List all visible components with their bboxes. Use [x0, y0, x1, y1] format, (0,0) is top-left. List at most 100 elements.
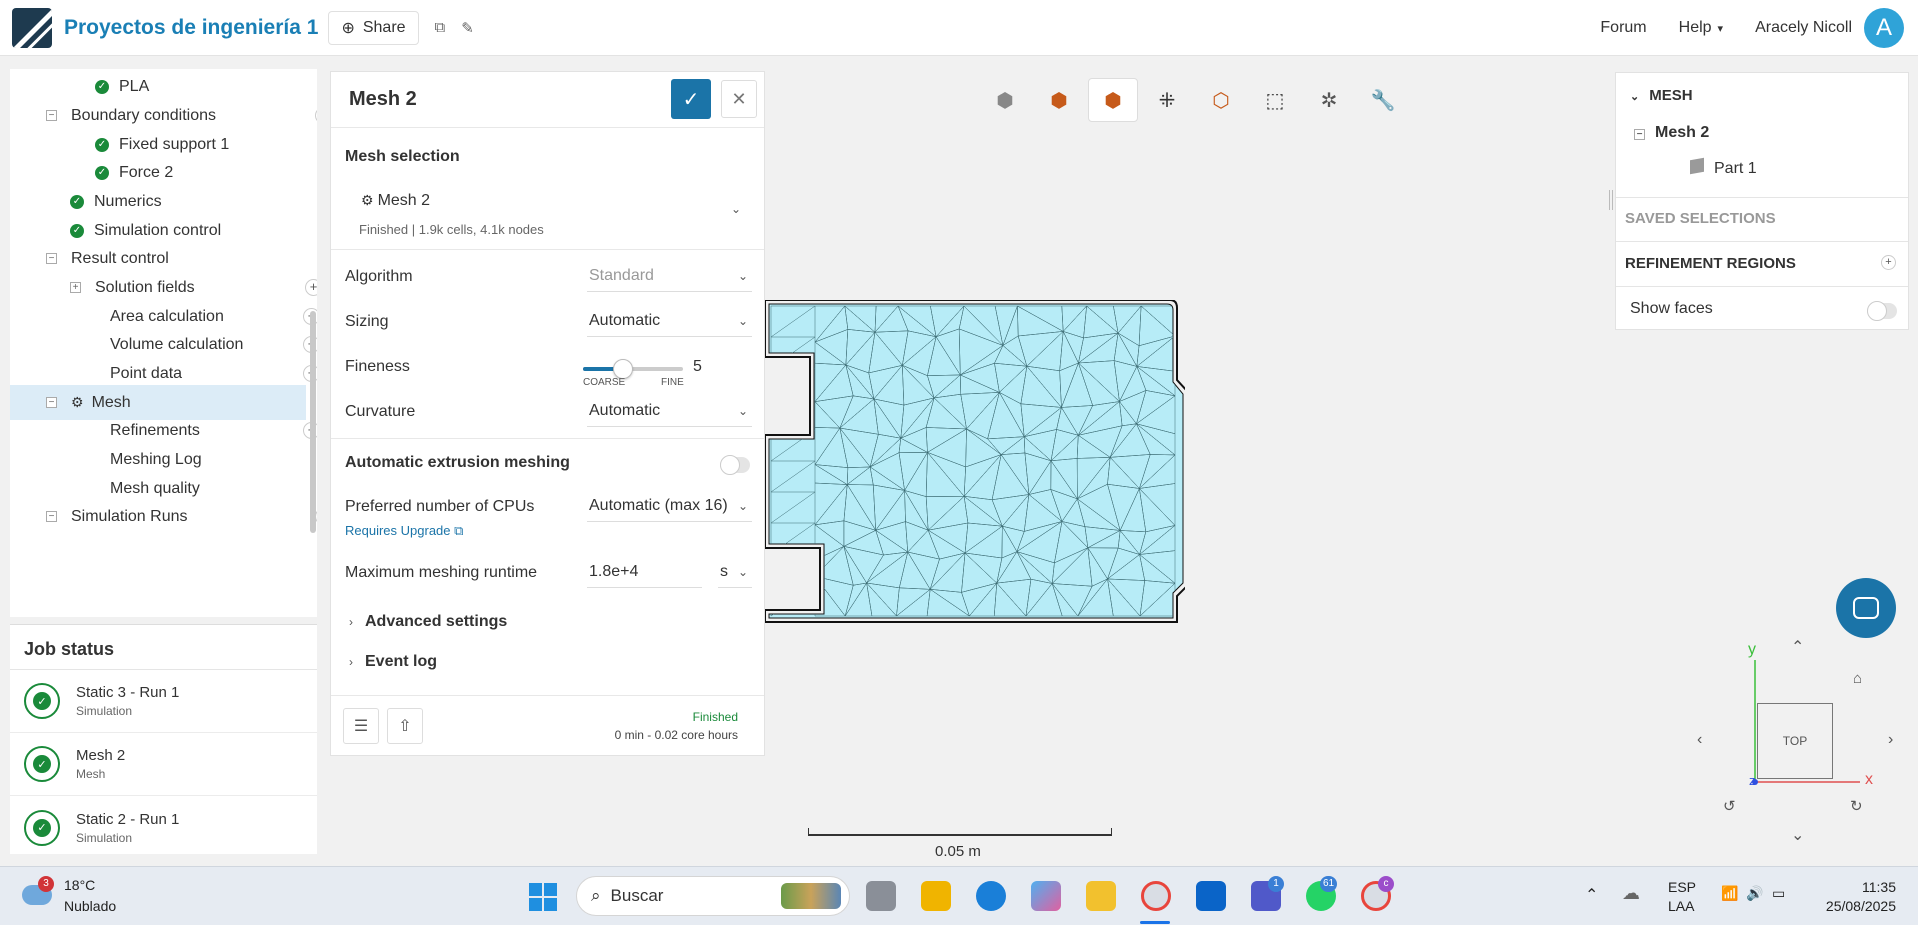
- cube-wireframe-icon: ⬡: [1212, 89, 1230, 112]
- add-refinement-icon[interactable]: +: [1881, 255, 1896, 270]
- volume-icon[interactable]: 🔊: [1746, 885, 1763, 902]
- extrusion-toggle[interactable]: [720, 455, 750, 475]
- upload-button[interactable]: ⇧: [387, 708, 423, 744]
- sizing-select[interactable]: Automatic ⌄: [587, 305, 752, 337]
- view-wireframe-button[interactable]: ⬡: [1196, 78, 1246, 122]
- divider: [331, 249, 764, 250]
- list-button[interactable]: ☰: [343, 708, 379, 744]
- clock[interactable]: 11:35 25/08/2025: [1826, 879, 1896, 914]
- event-log-toggle[interactable]: › Event log: [349, 653, 437, 671]
- rotate-right-icon[interactable]: ↻: [1850, 797, 1863, 815]
- tray-overflow-icon[interactable]: ⌃: [1585, 885, 1598, 905]
- user-name[interactable]: Aracely Nicoll: [1755, 19, 1852, 37]
- box-select-button[interactable]: ⬚: [1250, 78, 1300, 122]
- scrollbar-thumb[interactable]: [310, 311, 316, 533]
- advanced-settings-toggle[interactable]: › Advanced settings: [349, 613, 507, 631]
- collapse-icon[interactable]: −: [1634, 129, 1645, 140]
- refinement-regions-header[interactable]: REFINEMENT REGIONS: [1625, 255, 1917, 272]
- wifi-icon[interactable]: 📶: [1721, 885, 1738, 902]
- copy-icon[interactable]: ⧉: [435, 19, 446, 36]
- cube-edges-icon: ⬢: [1104, 89, 1122, 112]
- nav-up-icon[interactable]: ⌃: [1791, 637, 1804, 657]
- mesh-item[interactable]: − Mesh 2: [1634, 124, 1918, 142]
- runtime-input[interactable]: 1.8e+4: [587, 556, 702, 588]
- rotate-left-icon[interactable]: ↺: [1723, 797, 1736, 815]
- edge-icon[interactable]: [976, 881, 1006, 911]
- outlook-icon[interactable]: [1196, 881, 1226, 911]
- panel-resize-handle[interactable]: [1609, 190, 1613, 210]
- job-item[interactable]: ✓ Mesh 2 Mesh: [10, 733, 317, 796]
- start-button[interactable]: [529, 883, 557, 911]
- view-points-button[interactable]: ⁜: [1142, 78, 1192, 122]
- language-indicator[interactable]: ESP LAA: [1668, 879, 1696, 914]
- collapse-icon[interactable]: −: [46, 110, 57, 121]
- close-button[interactable]: ✕: [721, 80, 757, 118]
- job-item[interactable]: ✓ Static 3 - Run 1 Simulation: [10, 670, 317, 733]
- battery-icon[interactable]: ▭: [1772, 885, 1785, 902]
- nav-cube[interactable]: TOP: [1757, 703, 1833, 779]
- chat-button[interactable]: [1836, 578, 1896, 638]
- collapse-icon[interactable]: −: [46, 511, 57, 522]
- slider-handle[interactable]: [613, 359, 633, 379]
- mesh-triangle: [770, 584, 816, 617]
- toggle-knob: [1867, 301, 1887, 321]
- fineness-slider[interactable]: [583, 359, 683, 379]
- share-button[interactable]: ⊕ Share: [328, 10, 419, 45]
- cpus-select[interactable]: Automatic (max 16) ⌄: [587, 490, 752, 522]
- temperature[interactable]: 18°C: [64, 877, 95, 893]
- chrome-profile-badge: c: [1378, 876, 1394, 892]
- algorithm-select[interactable]: Standard ⌄: [587, 260, 752, 292]
- view-solid-button[interactable]: ⬢: [980, 78, 1030, 122]
- store-icon[interactable]: [921, 881, 951, 911]
- chevron-right-icon: ›: [349, 615, 353, 629]
- mesh-header[interactable]: ⌄ MESH: [1630, 87, 1918, 104]
- nav-down-icon[interactable]: ⌄: [1791, 825, 1804, 845]
- file-explorer-icon[interactable]: [1086, 881, 1116, 911]
- collapse-icon[interactable]: −: [46, 253, 57, 264]
- selected-mesh[interactable]: ⚙ Mesh 2: [361, 192, 430, 210]
- nav-right-icon[interactable]: ›: [1888, 731, 1893, 749]
- tool-button[interactable]: 🔧: [1358, 78, 1408, 122]
- runtime-unit-select[interactable]: s ⌄: [718, 556, 752, 588]
- teams-badge: 1: [1268, 876, 1284, 892]
- expand-icon[interactable]: +: [70, 282, 81, 293]
- curvature-select[interactable]: Automatic ⌄: [587, 395, 752, 427]
- collapse-icon[interactable]: −: [46, 397, 57, 408]
- taskbar-search[interactable]: ⌕ Buscar: [576, 876, 850, 916]
- chrome-icon[interactable]: [1141, 881, 1171, 911]
- view-shaded-button[interactable]: ⬢: [1034, 78, 1084, 122]
- show-faces-toggle[interactable]: [1867, 301, 1897, 321]
- runtime-label: Maximum meshing runtime: [345, 564, 538, 581]
- onedrive-icon[interactable]: ☁: [1622, 883, 1640, 904]
- part-item[interactable]: Part 1: [1690, 157, 1918, 178]
- weather-text[interactable]: Nublado: [64, 898, 116, 914]
- help-menu[interactable]: Help ▾: [1679, 19, 1723, 37]
- chevron-down-icon: ⌄: [737, 403, 748, 418]
- mesh-status: Finished: [692, 710, 738, 724]
- app-logo[interactable]: [12, 7, 52, 48]
- saved-selections-header[interactable]: SAVED SELECTIONS: [1625, 210, 1917, 227]
- tree-item-simulation-runs[interactable]: −Simulation Runs+: [46, 499, 317, 534]
- avatar[interactable]: A: [1864, 8, 1904, 48]
- task-view-icon[interactable]: [866, 881, 896, 911]
- cube-solid-icon: ⬢: [1050, 89, 1068, 112]
- view-edges-button[interactable]: ⬢: [1088, 78, 1138, 122]
- project-title[interactable]: Proyectos de ingeniería 1: [64, 16, 318, 40]
- copilot-icon[interactable]: [1031, 881, 1061, 911]
- divider: [1616, 197, 1908, 198]
- toggle-knob: [720, 455, 740, 475]
- mesh-view-button[interactable]: ✲: [1304, 78, 1354, 122]
- requires-upgrade-link[interactable]: Requires Upgrade ⧉: [345, 523, 463, 539]
- edit-icon[interactable]: ✎: [461, 19, 474, 37]
- mesh-viewport[interactable]: [765, 300, 1185, 630]
- axis-x-label: x: [1865, 771, 1873, 788]
- fineness-value[interactable]: 5: [693, 358, 702, 376]
- nav-left-icon[interactable]: ‹: [1697, 731, 1702, 749]
- chevron-down-icon: ▾: [1717, 23, 1724, 35]
- confirm-button[interactable]: ✓: [671, 79, 711, 119]
- chevron-down-icon[interactable]: ⌄: [731, 202, 741, 216]
- home-icon[interactable]: ⌂: [1853, 670, 1862, 687]
- forum-link[interactable]: Forum: [1600, 19, 1646, 37]
- job-item[interactable]: ✓ Static 2 - Run 1 Simulation: [10, 796, 317, 859]
- tree-scrollbar[interactable]: [309, 69, 317, 617]
